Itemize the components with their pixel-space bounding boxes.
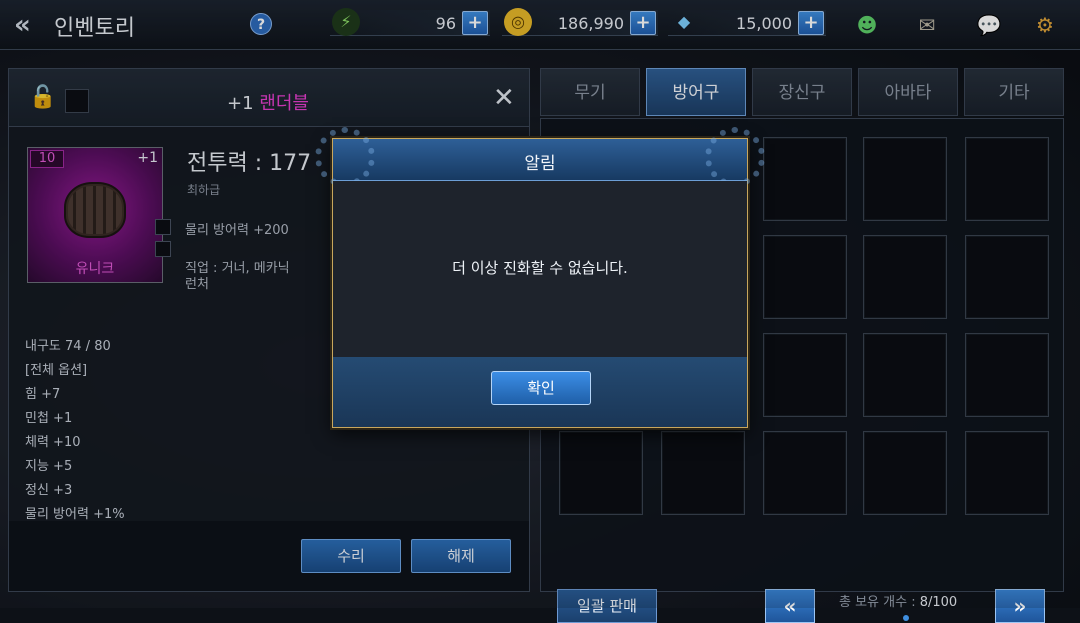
dialog-title: 알림 [524, 154, 556, 174]
dialog-body: 더 이상 진화할 수 없습니다. [333, 181, 747, 357]
confirm-button[interactable]: 확인 [491, 371, 591, 405]
page-indicator-dot [903, 615, 909, 621]
dialog-message: 더 이상 진화할 수 없습니다. [452, 259, 628, 277]
alert-dialog: 알림 더 이상 진화할 수 없습니다. 확인 [315, 127, 765, 428]
dialog-footer: 확인 [333, 357, 747, 427]
dialog-header: 알림 [315, 127, 765, 187]
